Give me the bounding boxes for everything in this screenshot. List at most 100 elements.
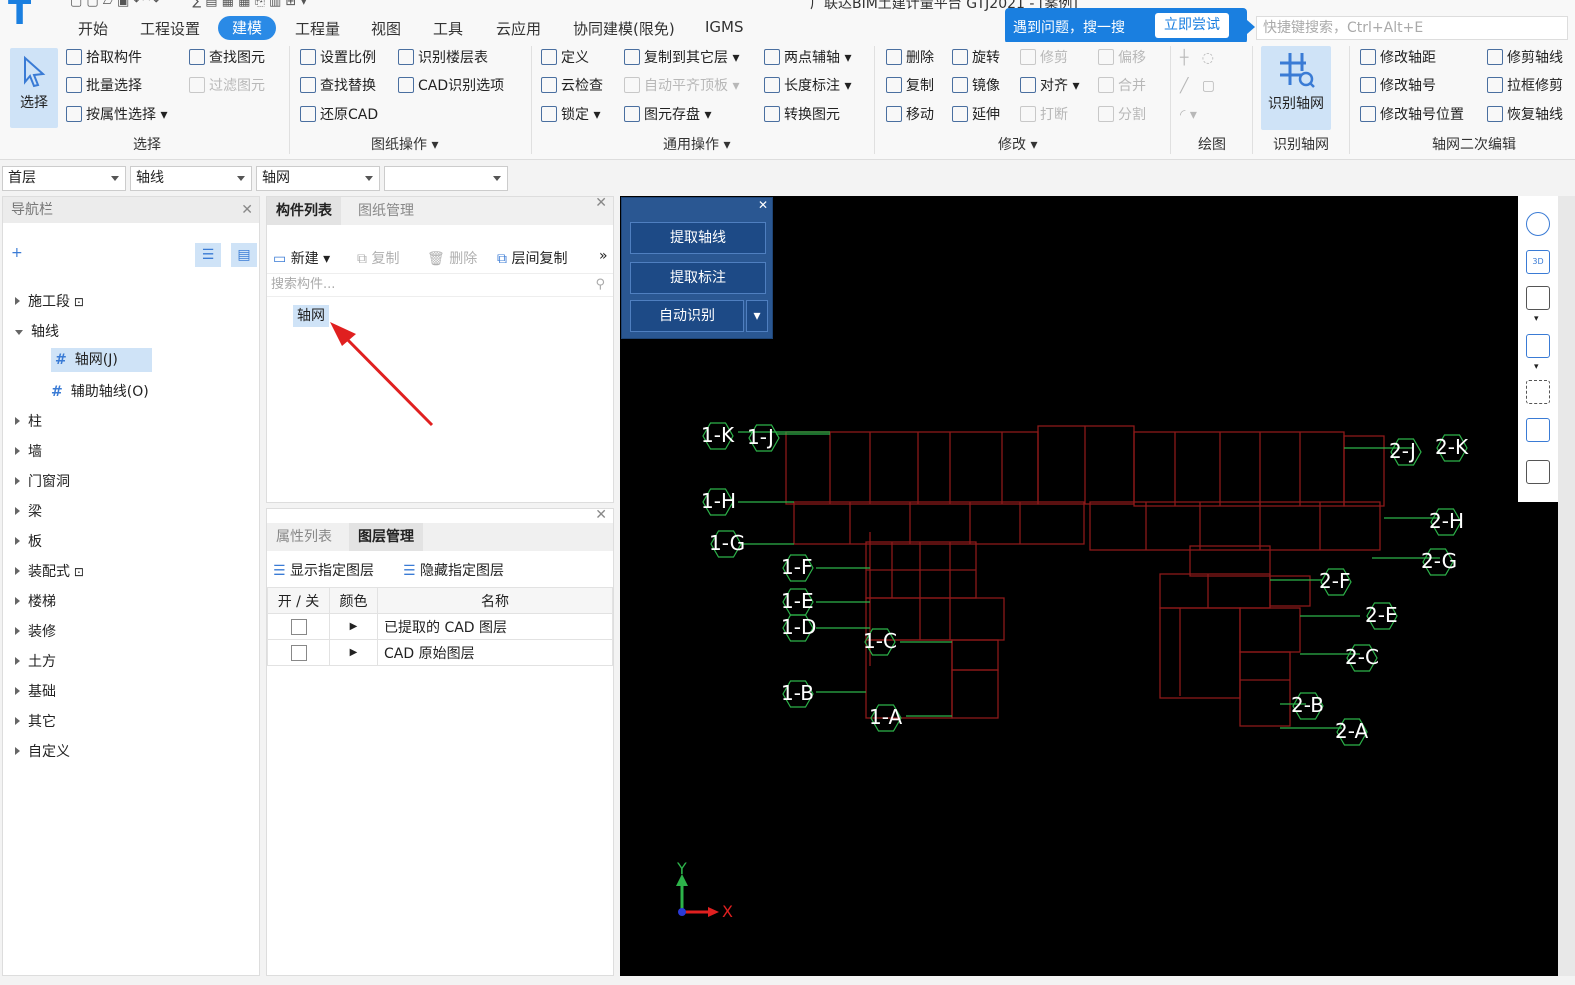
table-row[interactable]: ▶ CAD 原始图层 <box>267 639 613 666</box>
offset-button[interactable]: 偏移 <box>1098 47 1146 69</box>
delete-component-button[interactable]: 🗑 删除 <box>427 248 477 268</box>
nav-item[interactable]: 自定义 <box>15 741 70 761</box>
nav-item[interactable]: 门窗洞 <box>15 471 70 491</box>
nav-item[interactable]: 墙 <box>15 441 42 461</box>
close-icon[interactable]: ✕ <box>241 197 253 223</box>
chevron-down-icon[interactable]: ▾ <box>1534 314 1539 324</box>
category-select[interactable]: 轴线 <box>130 166 252 191</box>
floor-select[interactable]: 首层 <box>2 166 126 191</box>
component-select[interactable] <box>384 166 508 191</box>
close-icon[interactable]: ✕ <box>595 507 607 523</box>
copy-component-button[interactable]: ⧉ 复制 <box>357 248 399 268</box>
merge-button[interactable]: 合并 <box>1098 75 1146 97</box>
extract-annotation-button[interactable]: 提取标注 <box>630 262 766 294</box>
menu-igms[interactable]: IGMS <box>705 18 744 36</box>
nav-item[interactable]: 轴线 <box>15 321 59 341</box>
set-scale-button[interactable]: 设置比例 <box>300 47 376 69</box>
menu-quantities[interactable]: 工程量 <box>295 18 340 39</box>
nav-item[interactable]: 土方 <box>15 651 56 671</box>
break-button[interactable]: 打断 <box>1020 104 1068 126</box>
axis-label[interactable]: 1-K <box>701 423 734 447</box>
nav-item[interactable]: 柱 <box>15 411 42 431</box>
chevron-right-icon[interactable] <box>15 537 20 545</box>
restore-axis-button[interactable]: 恢复轴线 <box>1487 104 1563 126</box>
more-icon[interactable]: » <box>599 248 608 264</box>
save-element-button[interactable]: 图元存盘 ▾ <box>624 104 711 126</box>
chevron-right-icon[interactable] <box>15 417 20 425</box>
auto-identify-button[interactable]: 自动识别 <box>630 300 744 332</box>
menu-cloud[interactable]: 云应用 <box>496 18 541 39</box>
chevron-right-icon[interactable] <box>15 747 20 755</box>
vertical-scrollbar[interactable] <box>1558 196 1575 976</box>
chevron-down-icon[interactable] <box>15 330 23 335</box>
delete-button[interactable]: 删除 <box>886 47 934 69</box>
menu-start[interactable]: 开始 <box>78 18 108 39</box>
expand-icon[interactable]: ▶ <box>329 639 378 666</box>
split-button[interactable]: 分割 <box>1098 104 1146 126</box>
nav-item[interactable]: 基础 <box>15 681 56 701</box>
chevron-right-icon[interactable] <box>15 507 20 515</box>
axis-label[interactable]: 1-A <box>869 705 902 729</box>
axis-label[interactable]: 2-E <box>1365 603 1398 627</box>
axis-label[interactable]: 2-C <box>1345 645 1379 669</box>
axis-label[interactable]: 1-H <box>701 489 736 513</box>
copy-between-floors-button[interactable]: ⧉ 层间复制 <box>497 248 567 268</box>
find-replace-button[interactable]: 查找替换 <box>300 75 376 97</box>
restore-cad-button[interactable]: 还原CAD <box>300 104 378 126</box>
chevron-right-icon[interactable] <box>15 597 20 605</box>
orbit-icon[interactable] <box>1526 212 1550 236</box>
axis-label[interactable]: 2-A <box>1335 719 1368 743</box>
chevron-right-icon[interactable] <box>15 297 20 305</box>
group-modify-label[interactable]: 修改 ▾ <box>998 134 1037 154</box>
move-button[interactable]: 移动 <box>886 104 934 126</box>
cube-select-icon[interactable] <box>1526 418 1550 442</box>
cad-options-button[interactable]: CAD识别选项 <box>398 75 504 97</box>
chevron-right-icon[interactable] <box>15 627 20 635</box>
lock-button[interactable]: 锁定 ▾ <box>541 104 600 126</box>
group-drawing-label[interactable]: 图纸操作 ▾ <box>371 134 438 154</box>
menu-modeling[interactable]: 建模 <box>218 16 277 40</box>
draw-arc-button[interactable]: ◜ ▾ <box>1180 104 1197 126</box>
3d-view-icon[interactable]: 3D <box>1526 250 1550 274</box>
mirror-button[interactable]: 镜像 <box>952 75 1000 97</box>
rotate-button[interactable]: 旋转 <box>952 47 1000 69</box>
layer-toggle-checkbox[interactable] <box>290 618 307 635</box>
tab-drawing-management[interactable]: 图纸管理 <box>349 197 423 225</box>
trim-axis-button[interactable]: 修剪轴线 <box>1487 47 1563 69</box>
identify-floor-table-button[interactable]: 识别楼层表 <box>398 47 488 69</box>
hide-layer-button[interactable]: ☰ 隐藏指定图层 <box>403 560 504 580</box>
two-point-aux-axis-button[interactable]: 两点辅轴 ▾ <box>764 47 851 69</box>
length-dimension-button[interactable]: 长度标注 ▾ <box>764 75 851 97</box>
box-view-icon[interactable] <box>1526 334 1550 358</box>
menu-project-settings[interactable]: 工程设置 <box>140 18 200 39</box>
chevron-right-icon[interactable] <box>15 447 20 455</box>
tab-property-list[interactable]: 属性列表 <box>267 523 341 551</box>
type-select[interactable]: 轴网 <box>256 166 380 191</box>
cloud-check-button[interactable]: 云检查 <box>541 75 603 97</box>
properties-icon[interactable] <box>1526 460 1550 484</box>
nav-subitem[interactable]: # 轴网(J) <box>51 348 152 372</box>
axis-label[interactable]: 2-B <box>1291 693 1324 717</box>
chevron-down-icon[interactable]: ▾ <box>1534 362 1539 372</box>
chevron-right-icon[interactable] <box>15 567 20 575</box>
select-by-attribute-button[interactable]: 按属性选择 ▾ <box>66 104 167 126</box>
axis-label[interactable]: 2-H <box>1429 509 1464 533</box>
chevron-right-icon[interactable] <box>15 477 20 485</box>
detail-view-icon[interactable]: ▤ <box>231 243 257 267</box>
draw-point-button[interactable]: ┼ ◌ <box>1180 47 1214 69</box>
trim-button[interactable]: 修剪 <box>1020 47 1068 69</box>
axis-label[interactable]: 1-C <box>863 629 897 653</box>
chevron-right-icon[interactable] <box>15 657 20 665</box>
try-now-button[interactable]: 立即尝试 <box>1155 13 1229 38</box>
axis-label[interactable]: 1-E <box>781 589 814 613</box>
axis-label[interactable]: 1-G <box>709 531 745 555</box>
axis-label[interactable]: 2-J <box>1389 439 1416 463</box>
nav-item[interactable]: 装修 <box>15 621 56 641</box>
extend-button[interactable]: 延伸 <box>952 104 1000 126</box>
shortcut-search-input[interactable]: 快捷键搜索，Ctrl+Alt+E <box>1256 16 1568 40</box>
quick-access-toolbar[interactable]: ▢ ▢ ▱ ▣ ↶ ↷ ∑ ▤ ▦ ▦ ⎘ ▥ ⊞ ▾ <box>70 0 307 9</box>
filter-element-button[interactable]: 过滤图元 <box>189 75 265 97</box>
show-layer-button[interactable]: ☰ 显示指定图层 <box>273 560 374 580</box>
axis-label[interactable]: 1-J <box>747 425 774 449</box>
component-search-input[interactable]: 搜索构件... ⚲ <box>267 273 613 297</box>
